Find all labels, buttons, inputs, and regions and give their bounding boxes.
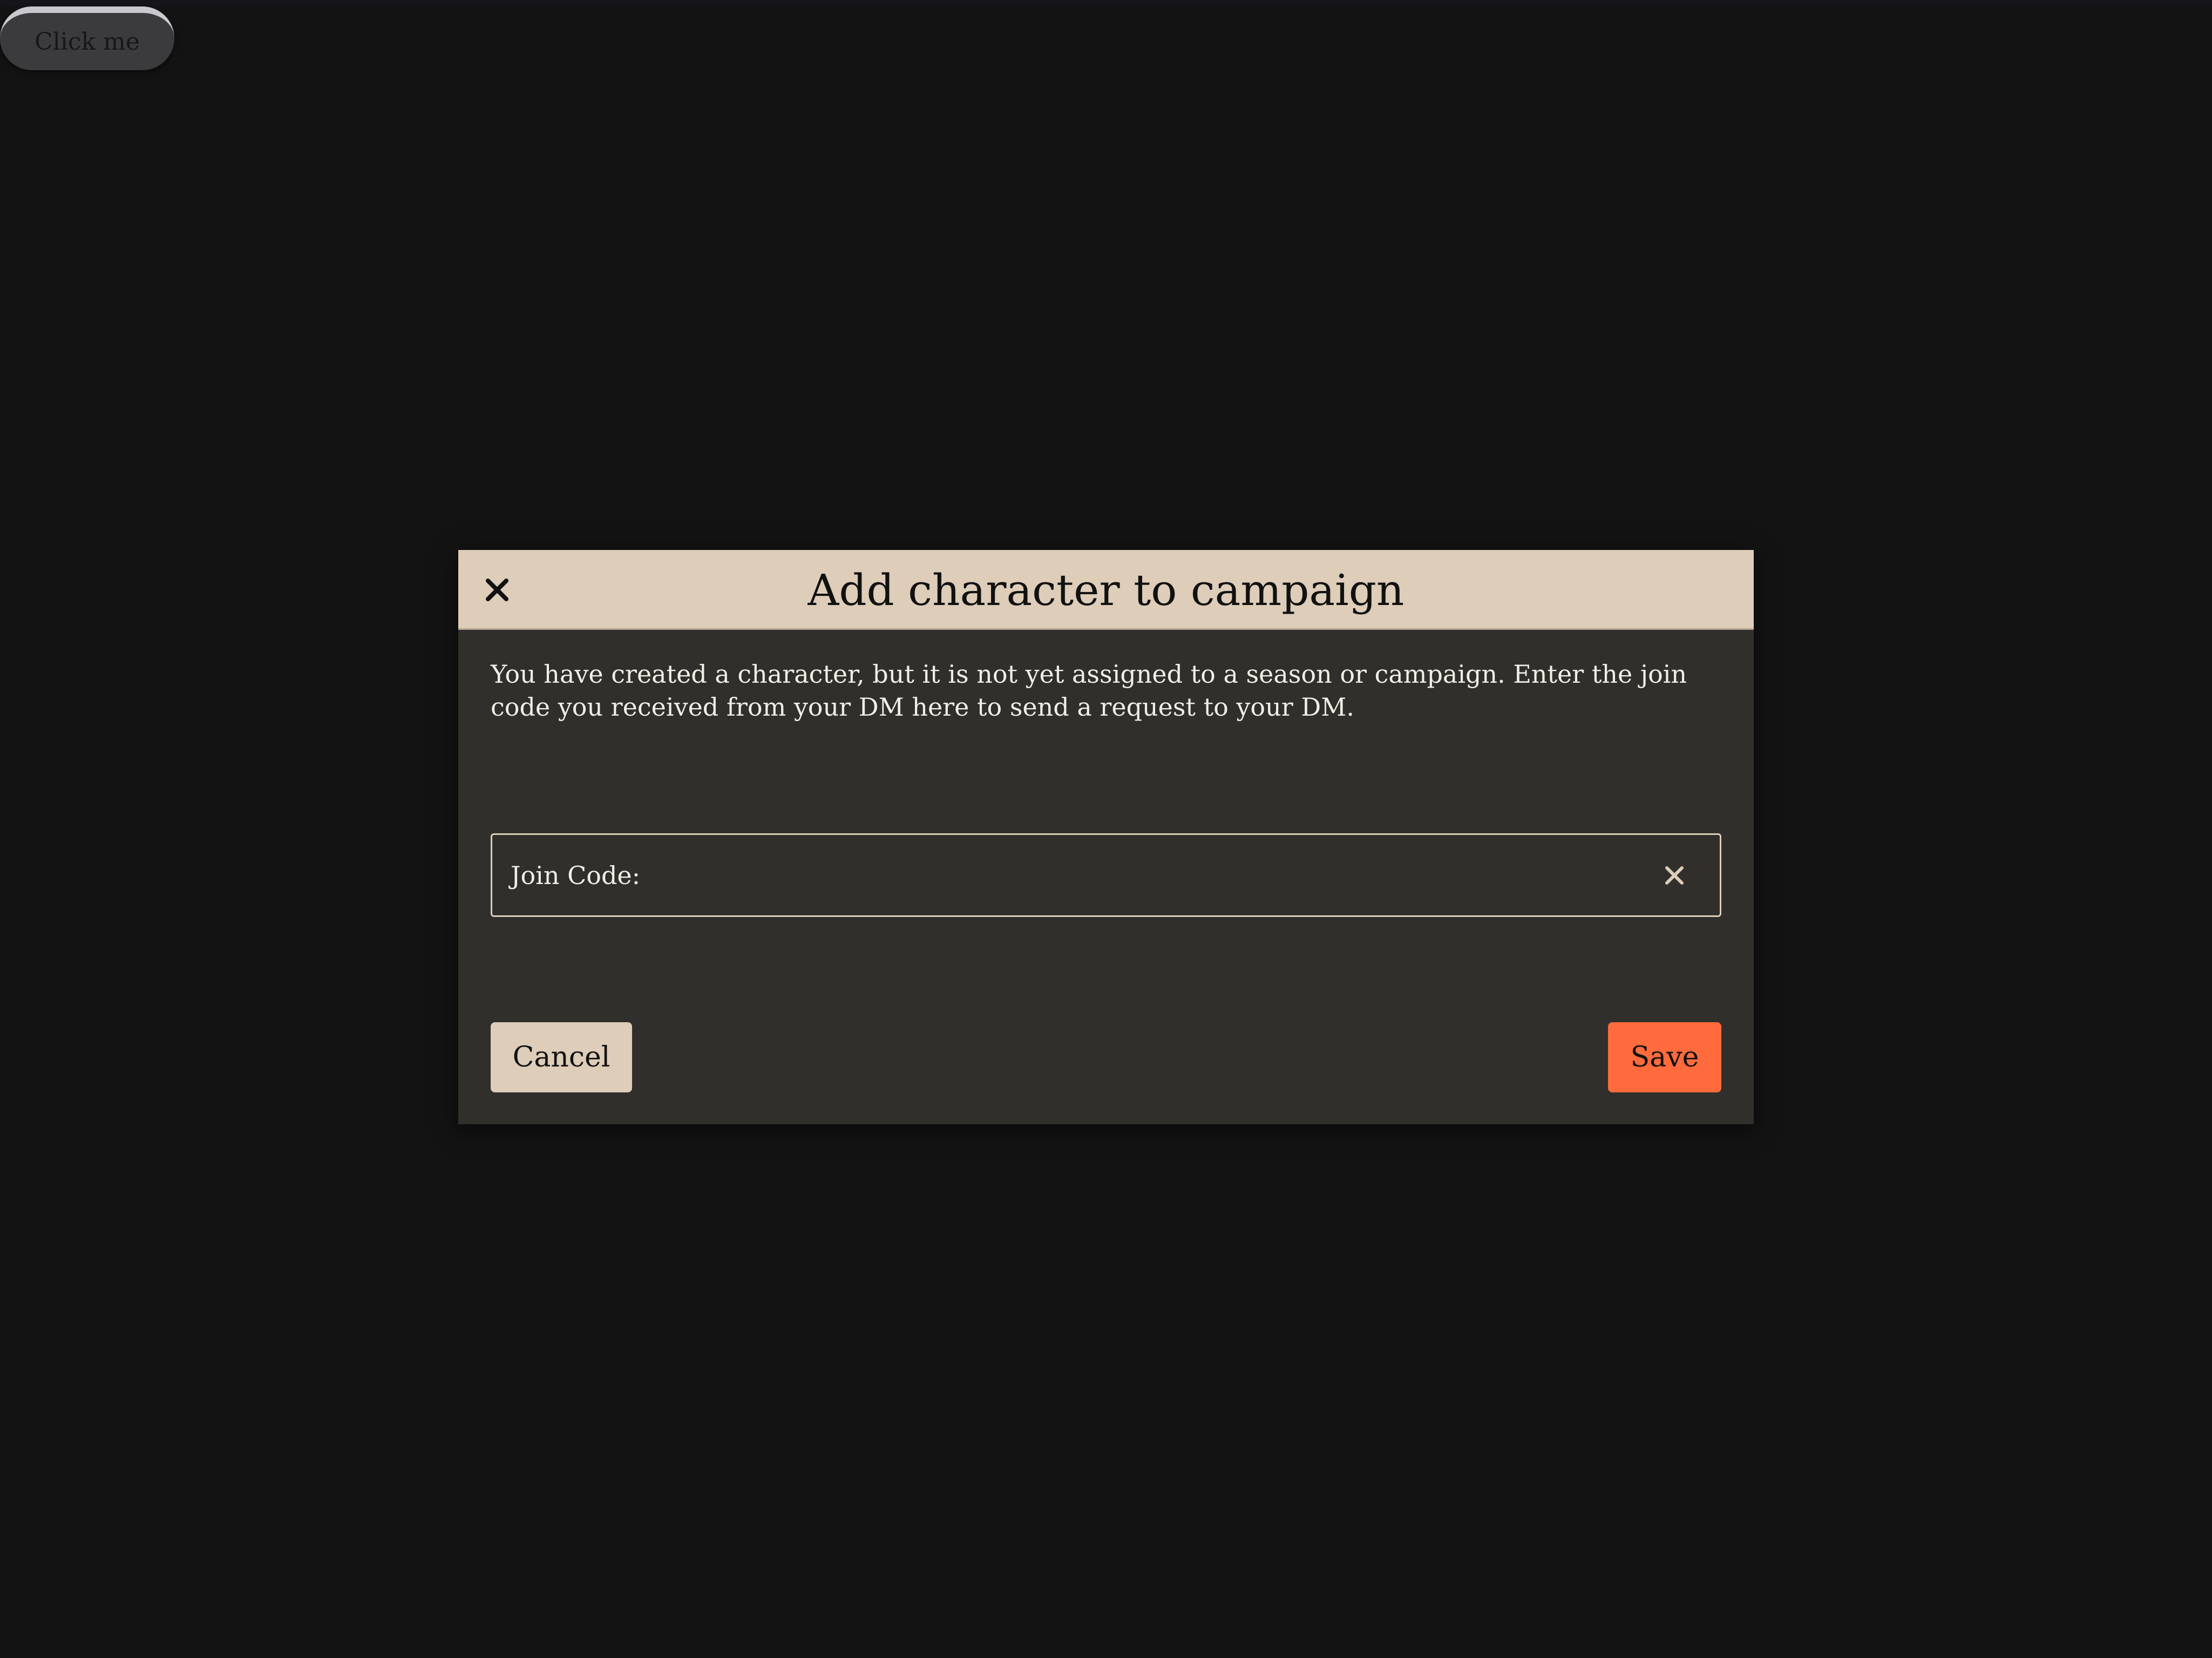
add-character-dialog: Add character to campaign You have creat…: [458, 550, 1754, 1124]
clear-icon[interactable]: [1658, 859, 1691, 892]
join-code-field[interactable]: Join Code:: [491, 833, 1721, 917]
dialog-description: You have created a character, but it is …: [491, 660, 1687, 722]
join-code-label: Join Code:: [511, 860, 641, 890]
join-code-input[interactable]: [640, 835, 1658, 915]
close-icon[interactable]: [481, 574, 513, 606]
save-button[interactable]: Save: [1608, 1022, 1721, 1092]
cancel-button[interactable]: Cancel: [491, 1022, 632, 1092]
cancel-button-label: Cancel: [512, 1041, 610, 1073]
dialog-title: Add character to campaign: [808, 565, 1404, 615]
dialog-header: Add character to campaign: [458, 550, 1754, 630]
save-button-label: Save: [1630, 1041, 1699, 1073]
